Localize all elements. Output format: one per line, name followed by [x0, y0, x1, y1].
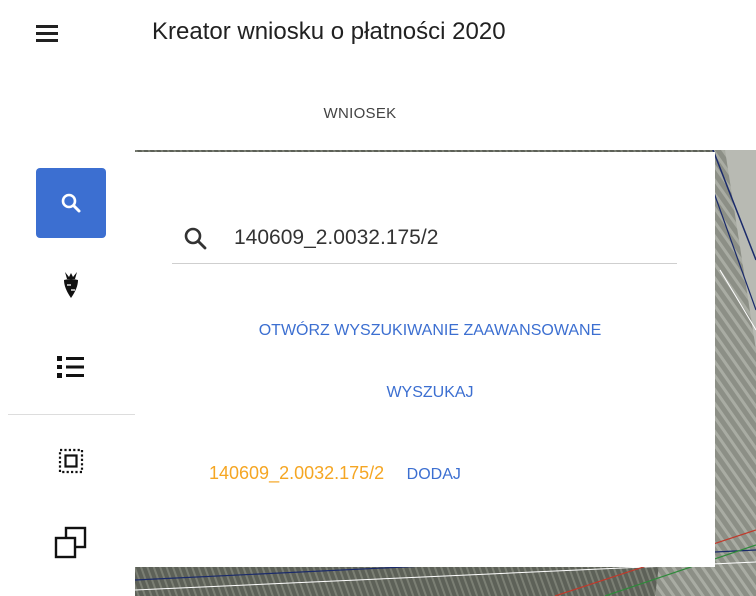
advanced-search-link[interactable]: OTWÓRZ WYSZUKIWANIE ZAAWANSOWANE: [135, 322, 725, 340]
crops-tool-button[interactable]: [36, 250, 106, 320]
app-header: Kreator wniosku o płatności 2020 WNIOSEK: [0, 0, 756, 150]
search-field[interactable]: 140609_2.0032.175/2: [172, 207, 677, 264]
select-area-icon: [58, 448, 84, 474]
copy-icon: [54, 526, 87, 559]
search-panel: 140609_2.0032.175/2 OTWÓRZ WYSZUKIWANIE …: [135, 152, 715, 567]
search-input[interactable]: 140609_2.0032.175/2: [234, 226, 438, 250]
search-icon: [182, 225, 210, 253]
select-area-tool-button[interactable]: [36, 426, 106, 496]
search-result: 140609_2.0032.175/2 DODAJ: [209, 463, 461, 487]
list-tool-button[interactable]: [36, 332, 106, 402]
search-button[interactable]: WYSZUKAJ: [135, 384, 725, 402]
list-icon: [57, 356, 84, 378]
beet-icon: [64, 272, 78, 298]
hamburger-menu-icon[interactable]: [36, 22, 66, 46]
add-parcel-button[interactable]: DODAJ: [407, 466, 461, 483]
result-parcel-id[interactable]: 140609_2.0032.175/2: [209, 463, 384, 483]
map-toolbar: [8, 152, 135, 596]
search-icon: [61, 193, 81, 213]
tab-wniosek[interactable]: WNIOSEK: [300, 105, 420, 122]
search-tool-button[interactable]: [36, 168, 106, 238]
copy-tool-button[interactable]: [36, 508, 106, 578]
toolbar-divider: [8, 414, 135, 415]
page-title: Kreator wniosku o płatności 2020: [152, 18, 506, 45]
